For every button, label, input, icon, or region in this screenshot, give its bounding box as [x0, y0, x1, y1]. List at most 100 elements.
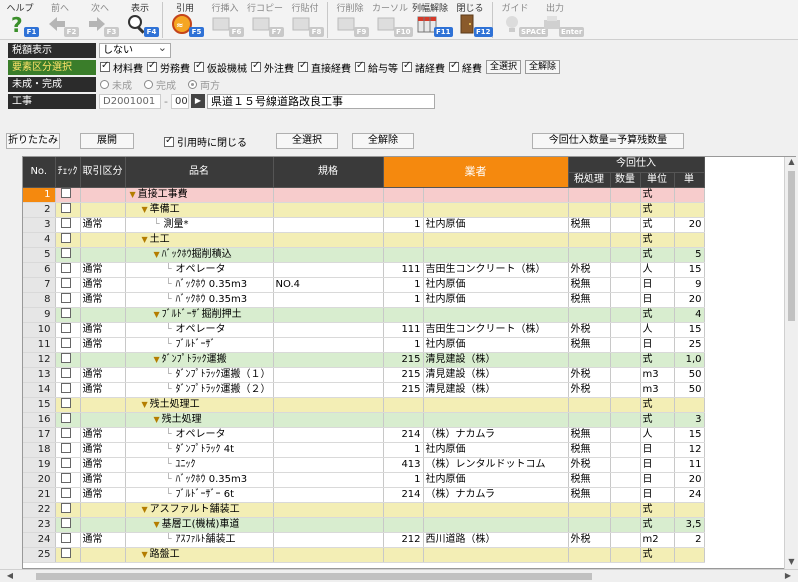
- row-checkbox[interactable]: [61, 412, 71, 423]
- checkbox-box[interactable]: [402, 60, 412, 72]
- toolbar-button-f7[interactable]: 行コピー F7: [245, 0, 285, 40]
- row-checkbox[interactable]: [61, 217, 71, 228]
- table-row[interactable]: 15 ▼ 残土処理工 式: [23, 397, 705, 413]
- element-checkbox-6[interactable]: 諸経費: [402, 60, 445, 75]
- checkbox-box[interactable]: [251, 60, 261, 72]
- element-clear-all-button[interactable]: 全解除: [525, 60, 561, 74]
- row-qty[interactable]: [610, 322, 641, 338]
- tax-select[interactable]: しない: [99, 41, 171, 58]
- project-lookup-button[interactable]: ▶: [190, 94, 205, 108]
- checkbox-box[interactable]: [100, 60, 110, 72]
- checkbox-box[interactable]: [298, 60, 308, 72]
- radio-circle[interactable]: [100, 79, 109, 89]
- vertical-scroll-thumb[interactable]: [788, 171, 795, 321]
- toolbar-button-f1[interactable]: ヘルプ? F1: [0, 0, 40, 40]
- row-qty[interactable]: [610, 487, 641, 503]
- table-row[interactable]: 14 通常 └ ﾀﾞﾝﾌﾟﾄﾗｯｸ運搬（２） 215 清見建設（株） 外税 m3 50: [23, 382, 705, 398]
- row-check-cell[interactable]: [55, 307, 81, 323]
- row-checkbox[interactable]: [61, 247, 71, 258]
- row-qty[interactable]: [610, 352, 641, 368]
- element-checkbox-5[interactable]: 給与等: [355, 60, 398, 75]
- fold-toggle-icon[interactable]: ▼: [154, 309, 160, 321]
- element-checkbox-4[interactable]: 直接経費: [298, 60, 351, 75]
- element-checkbox-1[interactable]: 労務費: [147, 60, 190, 75]
- grid-select-all-button[interactable]: 全選択: [276, 133, 338, 149]
- row-check-cell[interactable]: [55, 232, 81, 248]
- row-check-cell[interactable]: [55, 352, 81, 368]
- checkbox-box[interactable]: [147, 60, 157, 72]
- row-checkbox[interactable]: [61, 517, 71, 528]
- toolbar-button-f11[interactable]: 列幅解除 F11: [410, 0, 453, 40]
- table-row[interactable]: 9 ▼ ﾌﾞﾙﾄﾞｰｻﾞ掘削押土 式 4: [23, 307, 705, 323]
- row-checkbox[interactable]: [61, 397, 71, 408]
- row-checkbox[interactable]: [61, 337, 71, 348]
- row-checkbox[interactable]: [61, 352, 71, 363]
- table-row[interactable]: 3 通常 └ 測量* 1 社内原価 税無式 20: [23, 217, 705, 233]
- table-row[interactable]: 19 通常 └ ﾕﾆｯｸ 413 （株）レンタルドットコム 外税日 11: [23, 457, 705, 473]
- toolbar-button-f9[interactable]: 行削除 F9: [330, 0, 370, 40]
- row-qty[interactable]: [610, 262, 641, 278]
- vertical-scrollbar[interactable]: ▲ ▼: [784, 157, 797, 569]
- table-row[interactable]: 20 通常 └ ﾊﾞｯｸﾎｳ 0.35m3 1 社内原価 税無日 20: [23, 472, 705, 488]
- fold-toggle-icon[interactable]: ▼: [154, 414, 160, 426]
- row-checkbox[interactable]: [61, 547, 71, 558]
- table-row[interactable]: 16 ▼ 残土処理 式 3: [23, 412, 705, 428]
- qty-budget-button[interactable]: 今回仕入数量=予算残数量: [532, 133, 684, 149]
- row-check-cell[interactable]: [55, 517, 81, 533]
- expand-button[interactable]: 展開: [80, 133, 134, 149]
- project-sub-field[interactable]: 00: [170, 93, 189, 109]
- row-checkbox[interactable]: [61, 532, 71, 543]
- table-row[interactable]: 13 通常 └ ﾀﾞﾝﾌﾟﾄﾗｯｸ運搬（１） 215 清見建設（株） 外税 m3 50: [23, 367, 705, 383]
- radio-circle[interactable]: [144, 79, 153, 89]
- row-check-cell[interactable]: [55, 277, 81, 293]
- table-row[interactable]: 11 通常 └ ﾌﾞﾙﾄﾞｰｻﾞ 1 社内原価 税無日 25: [23, 337, 705, 353]
- row-check-cell[interactable]: [55, 217, 81, 233]
- fold-toggle-icon[interactable]: ▼: [142, 399, 148, 411]
- table-row[interactable]: 12 ▼ ﾀﾞﾝﾌﾟﾄﾗｯｸ運搬 215 清見建設（株） 式 1,0: [23, 352, 705, 368]
- row-check-cell[interactable]: [55, 337, 81, 353]
- scroll-up-icon[interactable]: ▲: [785, 157, 798, 169]
- row-check-cell[interactable]: [55, 382, 81, 398]
- horizontal-scrollbar[interactable]: ◀ ▶: [0, 569, 798, 582]
- table-row[interactable]: 18 通常 └ ﾀﾞﾝﾌﾟﾄﾗｯｸ 4t 1 社内原価 税無日 12: [23, 442, 705, 458]
- row-check-cell[interactable]: [55, 532, 81, 548]
- scroll-right-icon[interactable]: ▶: [782, 570, 794, 582]
- row-qty[interactable]: [610, 187, 641, 203]
- row-qty[interactable]: [610, 472, 641, 488]
- table-row[interactable]: 10 通常 └ オペレータ 111 吉田生コンクリート（株） 外税人 15: [23, 322, 705, 338]
- row-check-cell[interactable]: [55, 322, 81, 338]
- table-row[interactable]: 8 通常 └ ﾊﾞｯｸﾎｳ 0.35m3 1 社内原価 税無日 20: [23, 292, 705, 308]
- row-checkbox[interactable]: [61, 487, 71, 498]
- fold-toggle-icon[interactable]: ▼: [142, 204, 148, 216]
- row-qty[interactable]: [610, 517, 641, 533]
- row-qty[interactable]: [610, 547, 641, 563]
- status-radio-0[interactable]: 未成: [100, 77, 140, 92]
- row-check-cell[interactable]: [55, 547, 81, 563]
- row-checkbox[interactable]: [61, 277, 71, 288]
- radio-circle[interactable]: [188, 79, 197, 89]
- row-checkbox[interactable]: [61, 307, 71, 318]
- toolbar-button-f12[interactable]: 閉じる F12: [450, 0, 493, 40]
- row-check-cell[interactable]: [55, 442, 81, 458]
- row-checkbox[interactable]: [61, 232, 71, 243]
- row-qty[interactable]: [610, 442, 641, 458]
- row-check-cell[interactable]: [55, 292, 81, 308]
- row-check-cell[interactable]: [55, 367, 81, 383]
- fold-toggle-icon[interactable]: ▼: [154, 354, 160, 366]
- row-qty[interactable]: [610, 217, 641, 233]
- row-checkbox[interactable]: [61, 367, 71, 378]
- checkbox-box[interactable]: [355, 60, 365, 72]
- row-check-cell[interactable]: [55, 202, 81, 218]
- row-qty[interactable]: [610, 307, 641, 323]
- row-check-cell[interactable]: [55, 412, 81, 428]
- table-row[interactable]: 21 通常 └ ﾌﾞﾙﾄﾞｰｻﾞｰ 6t 214 （株）ナカムラ 税無日 24: [23, 487, 705, 503]
- row-checkbox[interactable]: [61, 262, 71, 273]
- row-check-cell[interactable]: [55, 397, 81, 413]
- row-qty[interactable]: [610, 232, 641, 248]
- scroll-left-icon[interactable]: ◀: [4, 570, 16, 582]
- table-row[interactable]: 17 通常 └ オペレータ 214 （株）ナカムラ 税無人 15: [23, 427, 705, 443]
- toolbar-button-space[interactable]: ガイド SPACE: [495, 0, 548, 40]
- fold-toggle-icon[interactable]: ▼: [130, 189, 136, 201]
- table-row[interactable]: 4 ▼ 土工 式: [23, 232, 705, 248]
- fold-toggle-icon[interactable]: ▼: [154, 519, 160, 531]
